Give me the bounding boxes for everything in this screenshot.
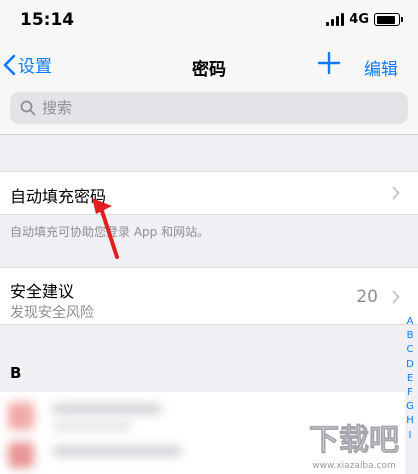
- chevron-right-icon: [392, 186, 400, 200]
- security-recommendations-cell[interactable]: 安全建议 发现安全风险 20: [0, 267, 418, 325]
- battery-icon: [374, 13, 403, 26]
- signal-icon: [326, 13, 345, 26]
- status-time: 15:14: [20, 10, 75, 30]
- divider: [0, 134, 418, 135]
- network-type: 4G: [349, 12, 369, 27]
- edit-button[interactable]: 编辑: [364, 55, 398, 80]
- search-input[interactable]: [42, 99, 342, 117]
- alphabet-index[interactable]: ABCDEFGHI: [404, 315, 416, 443]
- battery-level: [376, 15, 396, 24]
- index-letter-d[interactable]: D: [406, 358, 414, 372]
- security-subtitle: 发现安全风险: [10, 305, 94, 321]
- account-favicon: [8, 402, 34, 430]
- autofill-passwords-cell[interactable]: 自动填充密码: [0, 171, 418, 215]
- search-icon: [20, 100, 36, 116]
- search-container: [0, 92, 418, 134]
- index-letter-c[interactable]: C: [407, 343, 414, 357]
- page-title: 密码: [192, 60, 226, 80]
- index-letter-f[interactable]: F: [407, 386, 413, 400]
- index-letter-g[interactable]: G: [406, 400, 414, 414]
- account-name-redacted: [52, 404, 162, 414]
- navigation-bar: 设置 密码 编辑: [0, 40, 418, 92]
- autofill-footnote: 自动填充可协助您登录 App 和网站。: [10, 225, 210, 239]
- index-letter-e[interactable]: E: [407, 372, 413, 386]
- status-bar: 15:14 4G: [0, 0, 418, 40]
- security-label: 安全建议: [10, 282, 75, 301]
- index-letter-i[interactable]: I: [409, 429, 412, 443]
- add-icon[interactable]: [316, 50, 342, 76]
- index-letter-b[interactable]: B: [407, 329, 414, 343]
- chevron-right-icon: [392, 290, 400, 304]
- account-list[interactable]: [0, 392, 405, 474]
- account-favicon: [8, 442, 34, 468]
- index-letter-a[interactable]: A: [407, 315, 414, 329]
- account-user-redacted: [52, 422, 132, 430]
- search-bar[interactable]: [10, 92, 408, 124]
- account-name-redacted: [52, 446, 182, 456]
- status-indicators: 4G: [326, 12, 403, 27]
- security-count: 20: [356, 287, 378, 307]
- autofill-label: 自动填充密码: [10, 187, 107, 206]
- index-letter-h[interactable]: H: [406, 414, 414, 428]
- section-header: B: [10, 364, 22, 382]
